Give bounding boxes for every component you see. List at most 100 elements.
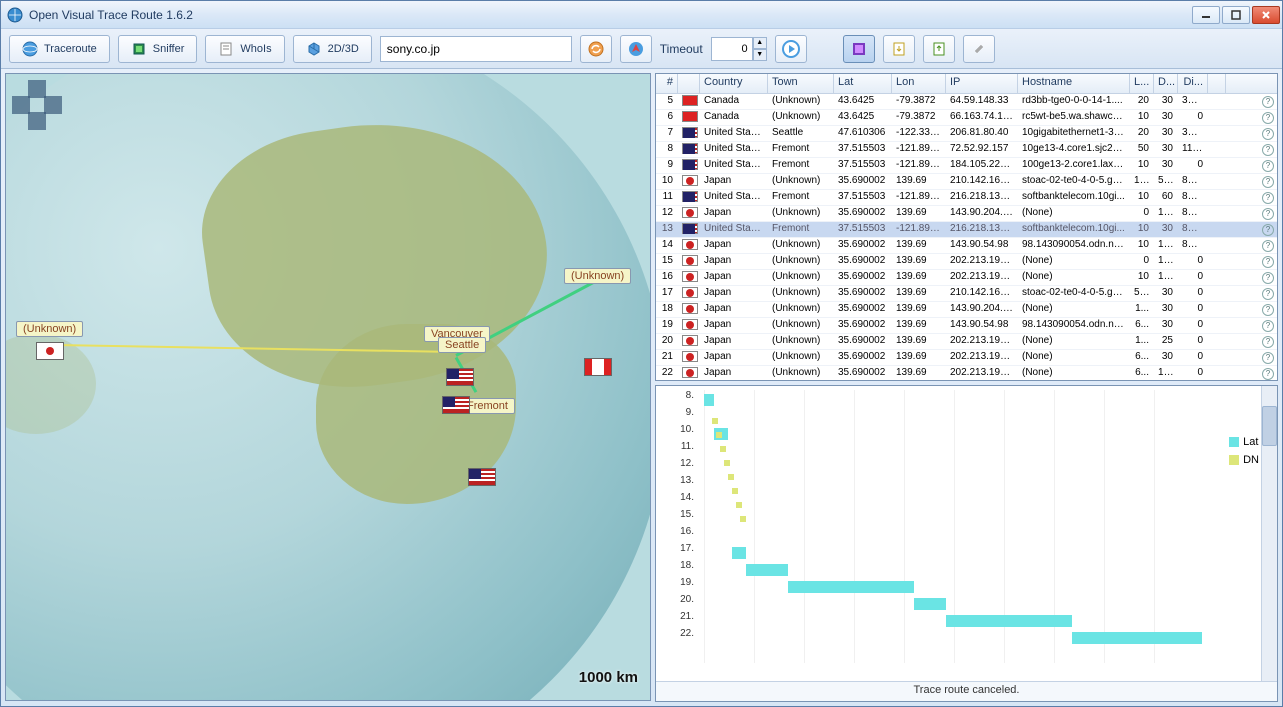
pan-right[interactable]	[44, 96, 62, 114]
whois-button[interactable]: WhoIs	[205, 35, 284, 63]
map-city-label: (Unknown)	[564, 268, 631, 284]
globe-icon	[22, 41, 38, 57]
chip-icon	[131, 41, 147, 57]
table-row[interactable]: 18Japan(Unknown)35.690002139.69143.90.20…	[656, 302, 1277, 318]
column-header[interactable]	[1208, 74, 1226, 93]
timeout-spinner[interactable]: ▲▼	[711, 37, 767, 61]
flag-usa	[442, 396, 470, 414]
table-row[interactable]: 13United StatesFremont37.515503-121.896.…	[656, 222, 1277, 238]
table-row[interactable]: 8United StatesFremont37.515503-121.896..…	[656, 142, 1277, 158]
help-icon[interactable]: ?	[1262, 288, 1274, 300]
column-header[interactable]: L...	[1130, 74, 1154, 93]
locate-button[interactable]	[620, 35, 652, 63]
pan-down[interactable]	[28, 112, 46, 130]
help-icon[interactable]: ?	[1262, 128, 1274, 140]
help-icon[interactable]: ?	[1262, 224, 1274, 236]
help-icon[interactable]: ?	[1262, 192, 1274, 204]
help-icon[interactable]: ?	[1262, 272, 1274, 284]
timeout-input[interactable]	[711, 37, 753, 61]
main-area: (Unknown)VancouverSeattleFremont(Unknown…	[1, 69, 1282, 706]
latency-chart: 8.9.10.11.12.13.14.15.16.17.18.19.20.21.…	[655, 385, 1278, 702]
chart-scrollbar[interactable]	[1261, 386, 1277, 681]
traceroute-button[interactable]: Traceroute	[9, 35, 110, 63]
column-header[interactable]	[678, 74, 700, 93]
flag-usa	[468, 468, 496, 486]
help-icon[interactable]: ?	[1262, 176, 1274, 188]
chart-bar	[788, 581, 914, 593]
column-header[interactable]: IP	[946, 74, 1018, 93]
column-header[interactable]: Lat	[834, 74, 892, 93]
help-icon[interactable]: ?	[1262, 96, 1274, 108]
timeout-down[interactable]: ▼	[753, 49, 767, 61]
table-row[interactable]: 6Canada(Unknown)43.6425-79.387266.163.74…	[656, 110, 1277, 126]
app-icon	[7, 7, 23, 23]
chart-bar	[914, 598, 946, 610]
help-icon[interactable]: ?	[1262, 160, 1274, 172]
table-row[interactable]: 21Japan(Unknown)35.690002139.69202.213.1…	[656, 350, 1277, 366]
titlebar: Open Visual Trace Route 1.6.2	[1, 1, 1282, 29]
map-scale: 1000 km	[579, 669, 638, 686]
help-icon[interactable]: ?	[1262, 256, 1274, 268]
table-header: # CountryTownLatLonIPHostnameL...D...Di..…	[656, 74, 1277, 94]
map-city-label: (Unknown)	[16, 321, 83, 337]
help-icon[interactable]: ?	[1262, 304, 1274, 316]
table-row[interactable]: 10Japan(Unknown)35.690002139.69210.142.1…	[656, 174, 1277, 190]
play-button[interactable]	[775, 35, 807, 63]
column-header[interactable]: Di...	[1178, 74, 1208, 93]
maximize-button[interactable]	[1222, 6, 1250, 24]
import-button[interactable]	[923, 35, 955, 63]
help-icon[interactable]: ?	[1262, 208, 1274, 220]
layer-button[interactable]	[843, 35, 875, 63]
chart-legend: LatDN	[1229, 436, 1259, 472]
table-row[interactable]: 16Japan(Unknown)35.690002139.69202.213.1…	[656, 270, 1277, 286]
table-row[interactable]: 12Japan(Unknown)35.690002139.69143.90.20…	[656, 206, 1277, 222]
help-icon[interactable]: ?	[1262, 368, 1274, 380]
help-icon[interactable]: ?	[1262, 144, 1274, 156]
column-header[interactable]: Hostname	[1018, 74, 1130, 93]
help-icon[interactable]: ?	[1262, 320, 1274, 332]
refresh-button[interactable]	[580, 35, 612, 63]
table-row[interactable]: 5Canada(Unknown)43.6425-79.387264.59.148…	[656, 94, 1277, 110]
map-nav-control[interactable]	[12, 80, 62, 130]
table-row[interactable]: 19Japan(Unknown)35.690002139.69143.90.54…	[656, 318, 1277, 334]
document-icon	[218, 41, 234, 57]
hops-table: # CountryTownLatLonIPHostnameL...D...Di..…	[655, 73, 1278, 381]
column-header[interactable]: D...	[1154, 74, 1178, 93]
table-body[interactable]: 5Canada(Unknown)43.6425-79.387264.59.148…	[656, 94, 1277, 380]
chart-bar	[732, 547, 746, 559]
chart-bar	[946, 615, 1072, 627]
sniffer-button[interactable]: Sniffer	[118, 35, 198, 63]
help-icon[interactable]: ?	[1262, 352, 1274, 364]
timeout-label: Timeout	[660, 42, 703, 56]
globe	[5, 73, 651, 701]
table-row[interactable]: 7United StatesSeattle47.610306-122.33412…	[656, 126, 1277, 142]
minimize-button[interactable]	[1192, 6, 1220, 24]
view-toggle-button[interactable]: 2D/3D	[293, 35, 372, 63]
help-icon[interactable]: ?	[1262, 112, 1274, 124]
table-row[interactable]: 17Japan(Unknown)35.690002139.69210.142.1…	[656, 286, 1277, 302]
column-header[interactable]: #	[656, 74, 678, 93]
map-pane[interactable]: (Unknown)VancouverSeattleFremont(Unknown…	[5, 73, 651, 701]
target-host-input[interactable]	[380, 36, 572, 62]
table-row[interactable]: 20Japan(Unknown)35.690002139.69202.213.1…	[656, 334, 1277, 350]
cube-icon	[306, 41, 322, 57]
table-row[interactable]: 9United StatesFremont37.515503-121.896..…	[656, 158, 1277, 174]
help-icon[interactable]: ?	[1262, 336, 1274, 348]
chart-bar	[1072, 632, 1202, 644]
table-row[interactable]: 14Japan(Unknown)35.690002139.69143.90.54…	[656, 238, 1277, 254]
chart-y-axis: 8.9.10.11.12.13.14.15.16.17.18.19.20.21.…	[656, 386, 700, 681]
table-row[interactable]: 11United StatesFremont37.515503-121.896.…	[656, 190, 1277, 206]
column-header[interactable]: Town	[768, 74, 834, 93]
column-header[interactable]: Lon	[892, 74, 946, 93]
toolbar: Traceroute Sniffer WhoIs 2D/3D Timeout ▲…	[1, 29, 1282, 69]
table-row[interactable]: 22Japan(Unknown)35.690002139.69202.213.1…	[656, 366, 1277, 380]
settings-button[interactable]	[963, 35, 995, 63]
close-button[interactable]	[1252, 6, 1280, 24]
export-button[interactable]	[883, 35, 915, 63]
help-icon[interactable]: ?	[1262, 240, 1274, 252]
timeout-up[interactable]: ▲	[753, 37, 767, 49]
column-header[interactable]: Country	[700, 74, 768, 93]
table-row[interactable]: 15Japan(Unknown)35.690002139.69202.213.1…	[656, 254, 1277, 270]
chart-bar	[746, 564, 788, 576]
map-city-label: Seattle	[438, 337, 486, 353]
